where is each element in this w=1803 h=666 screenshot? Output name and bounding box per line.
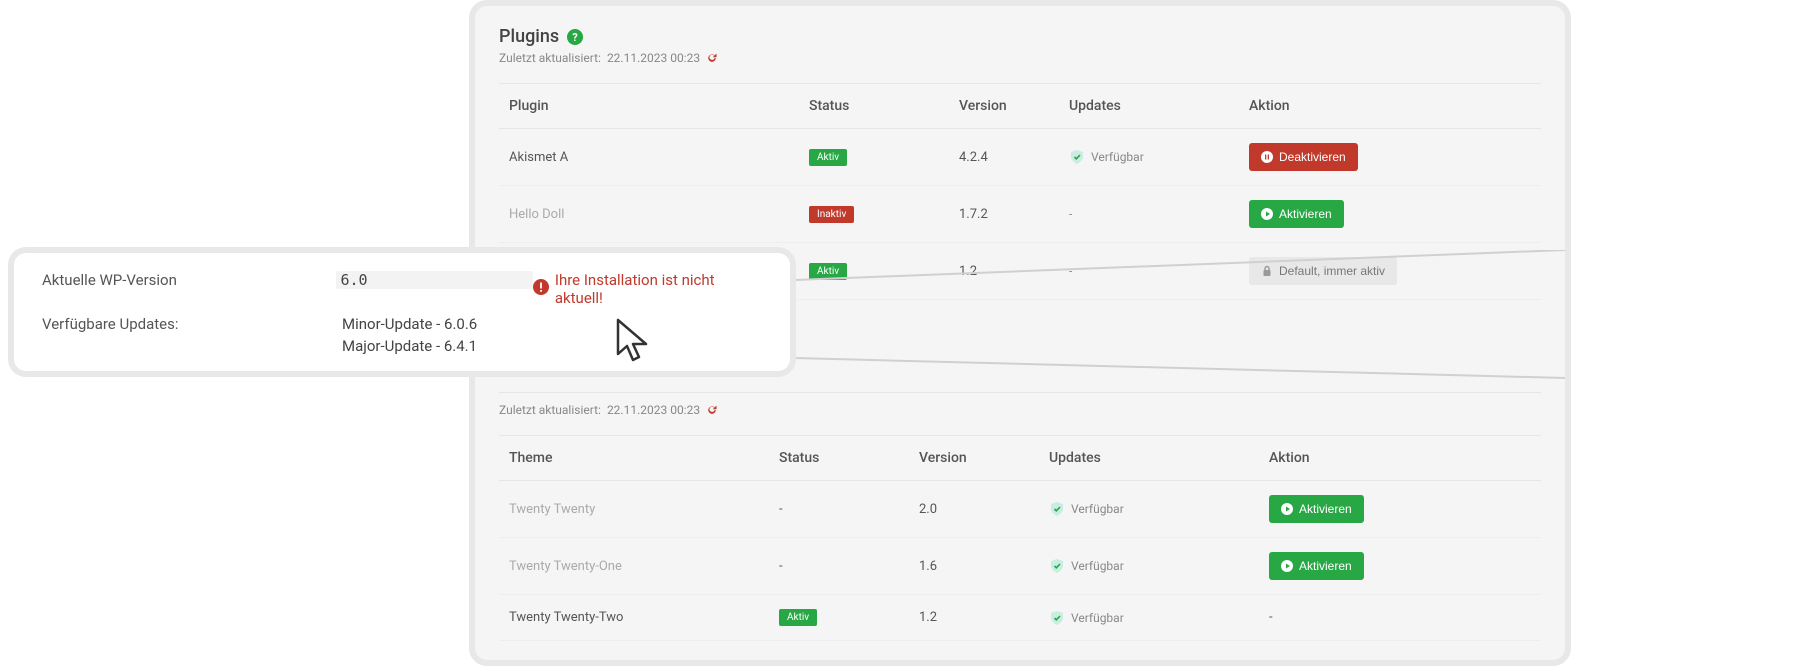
plugins-updated-label: Zuletzt aktualisiert: (499, 51, 601, 65)
themes-updated-label: Zuletzt aktualisiert: (499, 403, 601, 417)
col-updates: Updates (1069, 98, 1249, 114)
lock-icon (1261, 265, 1273, 277)
play-icon (1261, 208, 1273, 220)
theme-name: Twenty Twenty-Two (499, 610, 779, 625)
table-row: Twenty Twenty - 2.0 Verfügbar Aktivieren (499, 481, 1541, 538)
status-badge: Aktiv (779, 609, 817, 626)
theme-version: 1.2 (919, 610, 1049, 625)
col-action: Aktion (1269, 450, 1541, 466)
button-label: Default, immer aktiv (1279, 264, 1385, 278)
major-update-value: Major-Update - 6.4.1 (342, 337, 477, 355)
themes-section: Zuletzt aktualisiert: 22.11.2023 00:23 T… (499, 392, 1541, 641)
activate-button[interactable]: Aktivieren (1269, 495, 1364, 523)
themes-updated-row: Zuletzt aktualisiert: 22.11.2023 00:23 (499, 392, 1541, 436)
theme-action: - (1269, 610, 1541, 625)
plugin-version: 1.7.2 (959, 207, 1069, 222)
play-icon (1281, 560, 1293, 572)
available-updates-label: Verfügbare Updates: (42, 315, 342, 333)
table-row: Twenty Twenty-Two Aktiv 1.2 Verfügbar - (499, 595, 1541, 641)
plugins-table-header: Plugin Status Version Updates Aktion (499, 84, 1541, 129)
shield-check-icon (1049, 610, 1065, 626)
plugins-heading: Plugins ? (499, 26, 1541, 47)
pause-icon (1261, 151, 1273, 163)
shield-check-icon (1069, 149, 1085, 165)
plugins-updated-row: Zuletzt aktualisiert: 22.11.2023 00:23 (499, 51, 1541, 84)
col-status: Status (809, 98, 959, 114)
button-label: Aktivieren (1299, 559, 1352, 573)
refresh-icon[interactable] (706, 52, 718, 64)
shield-check-icon (1049, 558, 1065, 574)
update-text: Verfügbar (1071, 611, 1124, 625)
help-icon[interactable]: ? (567, 29, 583, 45)
status-badge: Inaktiv (809, 206, 854, 223)
plugins-title: Plugins (499, 26, 559, 47)
minor-update-value: Minor-Update - 6.0.6 (342, 315, 477, 333)
col-plugin: Plugin (499, 98, 809, 114)
theme-version: 1.6 (919, 559, 1049, 574)
current-version-value: 6.0 (336, 271, 532, 289)
table-row: Hello Doll Inaktiv 1.7.2 - Aktivieren (499, 186, 1541, 243)
plugins-updated-value: 22.11.2023 00:23 (607, 51, 700, 65)
col-version: Version (919, 450, 1049, 466)
update-text: Verfügbar (1071, 559, 1124, 573)
theme-name: Twenty Twenty-One (499, 559, 779, 574)
version-callout: Aktuelle WP-Version 6.0 Ihre Installatio… (8, 247, 796, 377)
play-icon (1281, 503, 1293, 515)
activate-button[interactable]: Aktivieren (1269, 552, 1364, 580)
update-text: - (1069, 207, 1072, 221)
deactivate-button[interactable]: Deaktivieren (1249, 143, 1358, 171)
col-updates: Updates (1049, 450, 1269, 466)
activate-button[interactable]: Aktivieren (1249, 200, 1344, 228)
themes-table-header: Theme Status Version Updates Aktion (499, 436, 1541, 481)
button-label: Aktivieren (1279, 207, 1332, 221)
status-badge: Aktiv (809, 149, 847, 166)
plugin-version: 1.2 (959, 264, 1069, 279)
col-action: Aktion (1249, 98, 1541, 114)
table-row: Akismet A Aktiv 4.2.4 Verfügbar (499, 129, 1541, 186)
shield-check-icon (1049, 501, 1065, 517)
update-text: Verfügbar (1091, 150, 1144, 164)
status-badge: Aktiv (809, 263, 847, 280)
theme-version: 2.0 (919, 502, 1049, 517)
theme-status: - (779, 502, 919, 517)
col-status: Status (779, 450, 919, 466)
col-theme: Theme (499, 450, 779, 466)
plugin-name: Akismet A (499, 150, 809, 165)
update-text: Verfügbar (1071, 502, 1124, 516)
outdated-warning: Ihre Installation ist nicht aktuell! (533, 271, 762, 307)
col-version: Version (959, 98, 1069, 114)
alert-icon (533, 279, 549, 299)
themes-table: Theme Status Version Updates Aktion Twen… (499, 436, 1541, 641)
locked-button: Default, immer aktiv (1249, 257, 1397, 285)
table-row: Twenty Twenty-One - 1.6 Verfügbar Aktivi… (499, 538, 1541, 595)
plugin-version: 4.2.4 (959, 150, 1069, 165)
theme-name: Twenty Twenty (499, 502, 779, 517)
themes-updated-value: 22.11.2023 00:23 (607, 403, 700, 417)
button-label: Aktivieren (1299, 502, 1352, 516)
theme-status: - (779, 559, 919, 574)
plugin-name: Hello Doll (499, 207, 809, 222)
button-label: Deaktivieren (1279, 150, 1346, 164)
cursor-icon (614, 318, 654, 366)
svg-text:?: ? (572, 31, 578, 44)
update-text: - (1069, 264, 1072, 278)
warning-text: Ihre Installation ist nicht aktuell! (555, 271, 762, 307)
current-version-label: Aktuelle WP-Version (42, 271, 336, 289)
refresh-icon[interactable] (706, 404, 718, 416)
